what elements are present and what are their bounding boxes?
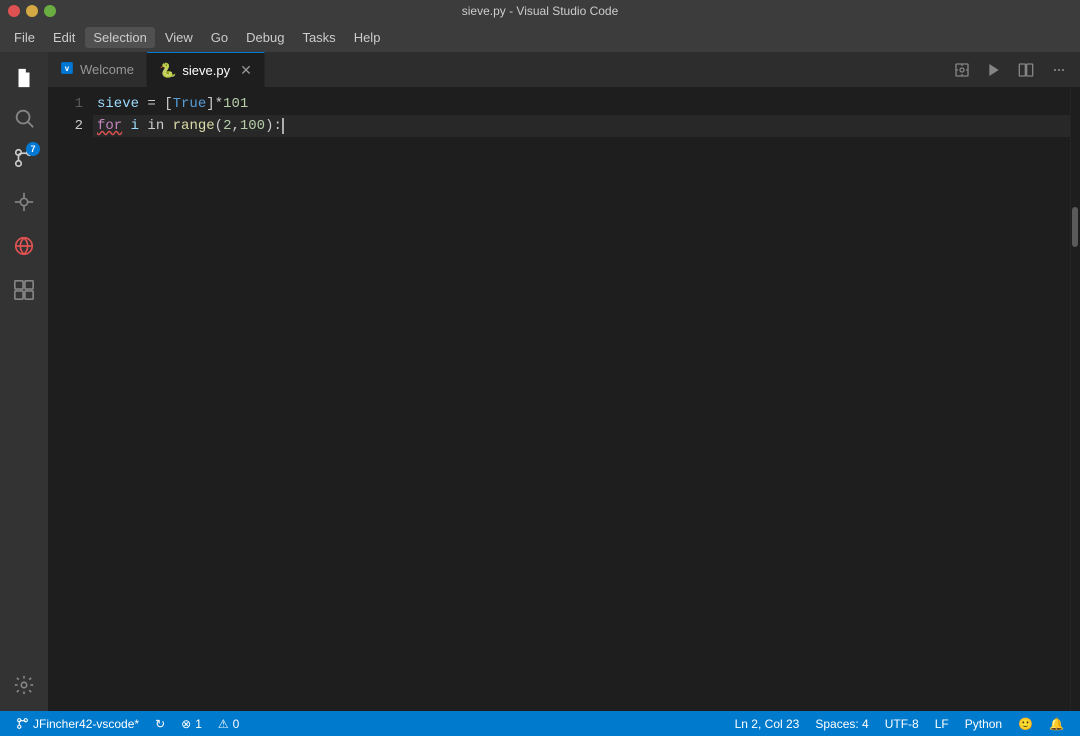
code-line-2: for i in range(2,100):: [93, 115, 1070, 137]
menu-tasks[interactable]: Tasks: [294, 27, 343, 48]
settings-icon[interactable]: [6, 667, 42, 703]
menu-help[interactable]: Help: [346, 27, 389, 48]
code-content[interactable]: sieve = [True]*101 for i in range(2,100)…: [93, 87, 1070, 711]
token-range: range: [173, 115, 215, 137]
maximize-button[interactable]: [44, 5, 56, 17]
indentation-status[interactable]: Spaces: 4: [807, 711, 876, 736]
line-number-2: 2: [48, 115, 83, 137]
vscode-tab-icon: v: [60, 61, 74, 78]
warning-icon: ⚠: [218, 717, 229, 731]
token-sieve: sieve: [97, 93, 139, 115]
menu-selection[interactable]: Selection: [85, 27, 154, 48]
tab-close-button[interactable]: ✕: [240, 62, 252, 79]
status-right: Ln 2, Col 23 Spaces: 4 UTF-8 LF Python 🙂…: [727, 711, 1072, 736]
tab-sieve-label: sieve.py: [182, 63, 230, 78]
git-branch-text: JFincher42-vscode*: [33, 717, 139, 731]
line-ending-text: LF: [935, 717, 949, 731]
language-text: Python: [965, 717, 1002, 731]
code-line-1: sieve = [True]*101: [93, 93, 1070, 115]
sync-status[interactable]: ↻: [147, 711, 173, 736]
encoding-status[interactable]: UTF-8: [877, 711, 927, 736]
close-button[interactable]: [8, 5, 20, 17]
menu-go[interactable]: Go: [203, 27, 236, 48]
cursor-position-text: Ln 2, Col 23: [735, 717, 800, 731]
error-icon: ⊗: [181, 717, 191, 731]
language-status[interactable]: Python: [957, 711, 1010, 736]
search-icon[interactable]: [6, 100, 42, 136]
toolbar-right: ···: [940, 52, 1080, 87]
minimize-button[interactable]: [26, 5, 38, 17]
error-count: 1: [195, 717, 202, 731]
title-bar: sieve.py - Visual Studio Code: [0, 0, 1080, 22]
window-controls: [8, 5, 56, 17]
cursor: [282, 118, 284, 134]
warning-count: 0: [233, 717, 240, 731]
indentation-text: Spaces: 4: [815, 717, 868, 731]
errors-status[interactable]: ⊗ 1: [173, 711, 210, 736]
menu-view[interactable]: View: [157, 27, 201, 48]
tab-welcome[interactable]: v Welcome: [48, 52, 147, 87]
run-button[interactable]: [980, 56, 1008, 84]
git-branch-status[interactable]: JFincher42-vscode*: [8, 711, 147, 736]
smiley-icon: 🙂: [1018, 717, 1033, 731]
notifications-status[interactable]: 🔔: [1041, 711, 1072, 736]
split-editor-button[interactable]: [1012, 56, 1040, 84]
cursor-position-status[interactable]: Ln 2, Col 23: [727, 711, 808, 736]
menu-file[interactable]: File: [6, 27, 43, 48]
remote-icon[interactable]: [6, 228, 42, 264]
sync-icon: ↻: [155, 717, 165, 731]
scrollbar[interactable]: [1070, 87, 1080, 711]
token-i: i: [131, 115, 139, 137]
bell-icon: 🔔: [1049, 717, 1064, 731]
python-tab-icon: 🐍: [159, 62, 176, 79]
status-bar: JFincher42-vscode* ↻ ⊗ 1 ⚠ 0 Ln 2, Col 2…: [0, 711, 1080, 736]
debug-icon[interactable]: [6, 184, 42, 220]
editor-area: v Welcome 🐍 sieve.py ✕: [48, 52, 1080, 711]
activity-bar: 7: [0, 52, 48, 711]
menu-bar: File Edit Selection View Go Debug Tasks …: [0, 22, 1080, 52]
svg-text:v: v: [65, 63, 70, 73]
main-layout: 7: [0, 52, 1080, 711]
open-preview-button[interactable]: [948, 56, 976, 84]
window-title: sieve.py - Visual Studio Code: [462, 4, 619, 18]
tab-sieve[interactable]: 🐍 sieve.py ✕: [147, 52, 265, 87]
scrollbar-thumb[interactable]: [1072, 207, 1078, 247]
encoding-text: UTF-8: [885, 717, 919, 731]
more-actions-button[interactable]: ···: [1044, 56, 1072, 84]
code-editor[interactable]: 1 2 sieve = [True]*101 for i in range(2,…: [48, 87, 1080, 711]
menu-debug[interactable]: Debug: [238, 27, 292, 48]
line-numbers: 1 2: [48, 87, 93, 711]
token-for: for: [97, 115, 122, 137]
warnings-status[interactable]: ⚠ 0: [210, 711, 247, 736]
feedback-status[interactable]: 🙂: [1010, 711, 1041, 736]
explorer-icon[interactable]: [6, 60, 42, 96]
line-ending-status[interactable]: LF: [927, 711, 957, 736]
line-number-1: 1: [48, 93, 83, 115]
menu-edit[interactable]: Edit: [45, 27, 83, 48]
extensions-icon[interactable]: [6, 272, 42, 308]
source-control-icon[interactable]: 7: [6, 140, 42, 176]
tab-welcome-label: Welcome: [80, 62, 134, 77]
source-control-badge: 7: [26, 142, 40, 156]
tab-bar: v Welcome 🐍 sieve.py ✕: [48, 52, 1080, 87]
activity-bottom: [6, 667, 42, 703]
